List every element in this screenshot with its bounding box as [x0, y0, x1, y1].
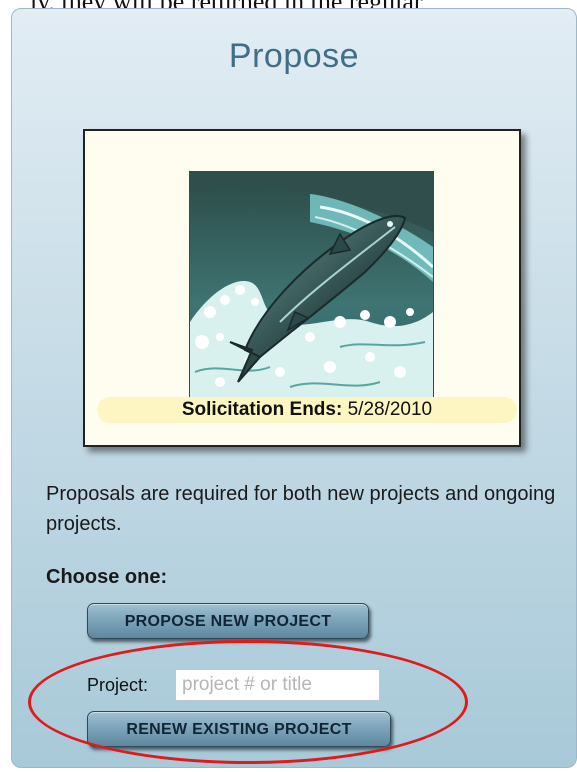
project-input[interactable] [175, 669, 380, 701]
solicitation-card: Solicitation Ends: 5/28/2010 [83, 129, 521, 447]
propose-panel: Propose Solicitation Ends: 5/28/2010 Pro… [11, 8, 577, 768]
renew-existing-project-button[interactable]: RENEW EXISTING PROJECT [87, 711, 391, 747]
proposal-description: Proposals are required for both new proj… [46, 483, 556, 535]
panel-title: Propose [228, 37, 360, 75]
leaping-salmon-illustration [189, 171, 434, 413]
project-label: Project: [87, 675, 149, 695]
choose-label: Choose one: [46, 566, 168, 588]
solicitation-banner: Solicitation Ends: 5/28/2010 [97, 397, 517, 423]
solicitation-label: Solicitation Ends: [181, 399, 343, 420]
propose-new-project-button[interactable]: PROPOSE NEW PROJECT [87, 603, 369, 639]
solicitation-date: 5/28/2010 [347, 399, 433, 420]
